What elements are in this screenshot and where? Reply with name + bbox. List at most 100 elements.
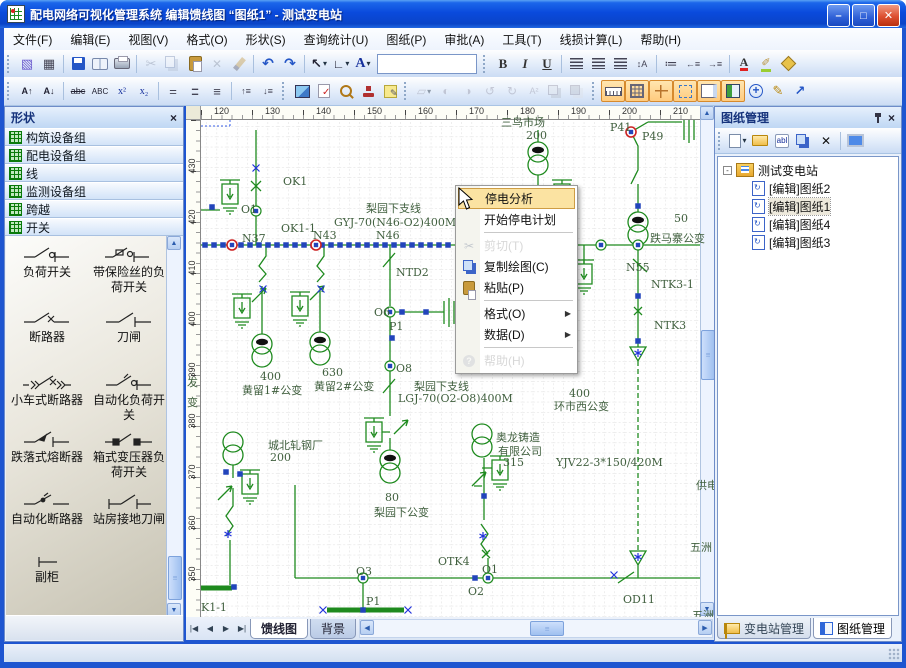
font-decrease-icon[interactable] xyxy=(38,81,60,101)
menu-view[interactable]: 视图(V) xyxy=(119,29,177,50)
menu-item-start-outage-plan[interactable]: 开始停电计划 xyxy=(458,209,575,230)
font-color-icon[interactable] xyxy=(733,54,755,74)
toolbar-grip[interactable] xyxy=(7,55,13,73)
vertical-text-icon[interactable] xyxy=(631,54,653,74)
tree-item-sheet1[interactable]: [编辑]图纸1 xyxy=(718,197,898,215)
menu-item-data[interactable]: 数据(D) ▶ xyxy=(458,324,575,345)
page-breaks-toggle-icon[interactable] xyxy=(697,80,721,102)
guides-toggle-icon[interactable] xyxy=(649,80,673,102)
shape-station-ground-switch[interactable]: 站房接地刀闸 xyxy=(90,492,168,527)
rename-sheet-icon[interactable]: abl xyxy=(775,134,790,148)
tree-collapse-icon[interactable]: - xyxy=(723,166,732,175)
style-combo[interactable] xyxy=(377,54,477,74)
shape-group-distribution[interactable]: 配电设备组 xyxy=(5,146,183,164)
layout-icon[interactable] xyxy=(413,81,435,101)
shape-group-monitoring[interactable]: 监测设备组 xyxy=(5,182,183,200)
shape-aux-cabinet[interactable]: 副柜 xyxy=(6,550,88,585)
scroll-thumb[interactable] xyxy=(701,330,714,380)
superscript-icon[interactable] xyxy=(111,81,133,101)
menu-query-stats[interactable]: 查询统计(U) xyxy=(295,29,378,50)
tab-background[interactable]: 背景 xyxy=(310,619,356,639)
new-diagram-icon[interactable] xyxy=(16,54,38,74)
print-preview-icon[interactable] xyxy=(89,54,111,74)
shape-dropout-fuse[interactable]: 跌落式熔断器 xyxy=(6,430,88,465)
close-button[interactable]: ✕ xyxy=(877,4,900,27)
line-spacing-1-icon[interactable] xyxy=(162,81,184,101)
menu-shape[interactable]: 形状(S) xyxy=(237,29,295,50)
delete-icon[interactable] xyxy=(206,54,228,74)
scroll-thumb[interactable] xyxy=(530,621,564,636)
grid-toggle-icon[interactable] xyxy=(625,80,649,102)
bring-front-icon[interactable] xyxy=(545,81,567,101)
tab-feeder-diagram[interactable]: 馈线图 xyxy=(250,619,308,639)
connector-arrow-icon[interactable] xyxy=(789,81,811,101)
shape-auto-breaker[interactable]: 自动化断路器 xyxy=(6,492,88,527)
delete-sheet-icon[interactable] xyxy=(815,131,837,151)
menu-item-format[interactable]: 格式(O) ▶ xyxy=(458,303,575,324)
font-increase-icon[interactable] xyxy=(16,81,38,101)
table-icon[interactable] xyxy=(38,54,60,74)
fill-color-icon[interactable] xyxy=(777,54,799,74)
shape-load-switch[interactable]: 负荷开关 xyxy=(6,245,88,280)
menu-item-help[interactable]: 帮助(H) xyxy=(458,350,575,371)
shape-auto-load-switch[interactable]: 自动化负荷开关 xyxy=(90,373,168,423)
shape-knife-switch[interactable]: 刀闸 xyxy=(90,310,168,345)
pointer-tool-icon[interactable] xyxy=(308,54,330,74)
copy-sheet-icon[interactable] xyxy=(793,131,815,151)
scroll-left-icon[interactable]: ◀ xyxy=(360,620,374,635)
menu-line-loss[interactable]: 线损计算(L) xyxy=(551,29,632,50)
shape-box-transformer-switch[interactable]: 箱式变压器负荷开关 xyxy=(90,430,168,480)
print-icon[interactable] xyxy=(111,54,133,74)
toolbar-grip[interactable] xyxy=(404,82,410,100)
shape-group-crossing[interactable]: 跨越 xyxy=(5,200,183,218)
rotate-left-icon[interactable] xyxy=(479,81,501,101)
send-back-icon[interactable] xyxy=(567,81,589,101)
tree-item-sheet2[interactable]: [编辑]图纸2 xyxy=(718,179,898,197)
rotate-right-icon[interactable] xyxy=(501,81,523,101)
new-sheet-icon[interactable] xyxy=(727,131,749,151)
open-sheet-icon[interactable] xyxy=(749,131,771,151)
connector-tool-icon[interactable] xyxy=(330,54,352,74)
bullets-icon[interactable] xyxy=(660,54,682,74)
align-center-icon[interactable] xyxy=(587,54,609,74)
highlight-color-icon[interactable] xyxy=(755,54,777,74)
tree-item-sheet3[interactable]: [编辑]图纸3 xyxy=(718,233,898,251)
save-icon[interactable] xyxy=(67,54,89,74)
scroll-right-icon[interactable]: ▶ xyxy=(698,620,712,635)
sheets-panel-close-icon[interactable]: × xyxy=(888,111,895,125)
outdent-icon[interactable] xyxy=(682,54,704,74)
bold-icon[interactable] xyxy=(492,54,514,74)
line-spacing-2-icon[interactable] xyxy=(206,81,228,101)
menu-approve[interactable]: 审批(A) xyxy=(435,29,493,50)
toolbar-grip[interactable] xyxy=(7,82,13,100)
drawing-explorer-toggle-icon[interactable] xyxy=(721,80,745,102)
underline-icon[interactable] xyxy=(536,54,558,74)
tree-item-sheet4[interactable]: [编辑]图纸4 xyxy=(718,215,898,233)
flip-horizontal-icon[interactable] xyxy=(435,81,457,101)
copy-icon[interactable] xyxy=(162,54,184,74)
connection-points-toggle-icon[interactable] xyxy=(673,80,697,102)
minimize-button[interactable]: – xyxy=(827,4,850,27)
menu-edit[interactable]: 编辑(E) xyxy=(61,29,119,50)
italic-icon[interactable] xyxy=(514,54,536,74)
align-left-icon[interactable] xyxy=(565,54,587,74)
menu-format[interactable]: 格式(O) xyxy=(177,29,236,50)
cut-icon[interactable] xyxy=(140,54,162,74)
shape-truck-breaker[interactable]: 小车式断路器 xyxy=(6,373,88,408)
diagram-canvas[interactable]: 120 130 140 150 160 170 180 190 200 210 … xyxy=(186,106,714,617)
strikethrough-icon[interactable] xyxy=(67,81,89,101)
subscript-icon[interactable] xyxy=(133,81,155,101)
small-caps-icon[interactable] xyxy=(89,81,111,101)
monitor-icon[interactable] xyxy=(844,131,866,151)
tab-substation-manager[interactable]: 变电站管理 xyxy=(717,618,811,639)
note-icon[interactable] xyxy=(379,81,401,101)
shape-fused-load-switch[interactable]: 带保险丝的负荷开关 xyxy=(90,245,168,295)
text-tool-icon[interactable] xyxy=(352,54,374,74)
scroll-up-icon[interactable]: ▲ xyxy=(700,106,714,120)
canvas-horizontal-scrollbar[interactable]: ◀ ▶ xyxy=(359,619,713,638)
resize-grip[interactable] xyxy=(888,648,900,660)
shape-group-switches[interactable]: 开关 xyxy=(5,218,183,236)
para-space-up-icon[interactable] xyxy=(235,81,257,101)
font-style-icon[interactable] xyxy=(523,81,545,101)
pin-icon[interactable] xyxy=(874,112,882,123)
